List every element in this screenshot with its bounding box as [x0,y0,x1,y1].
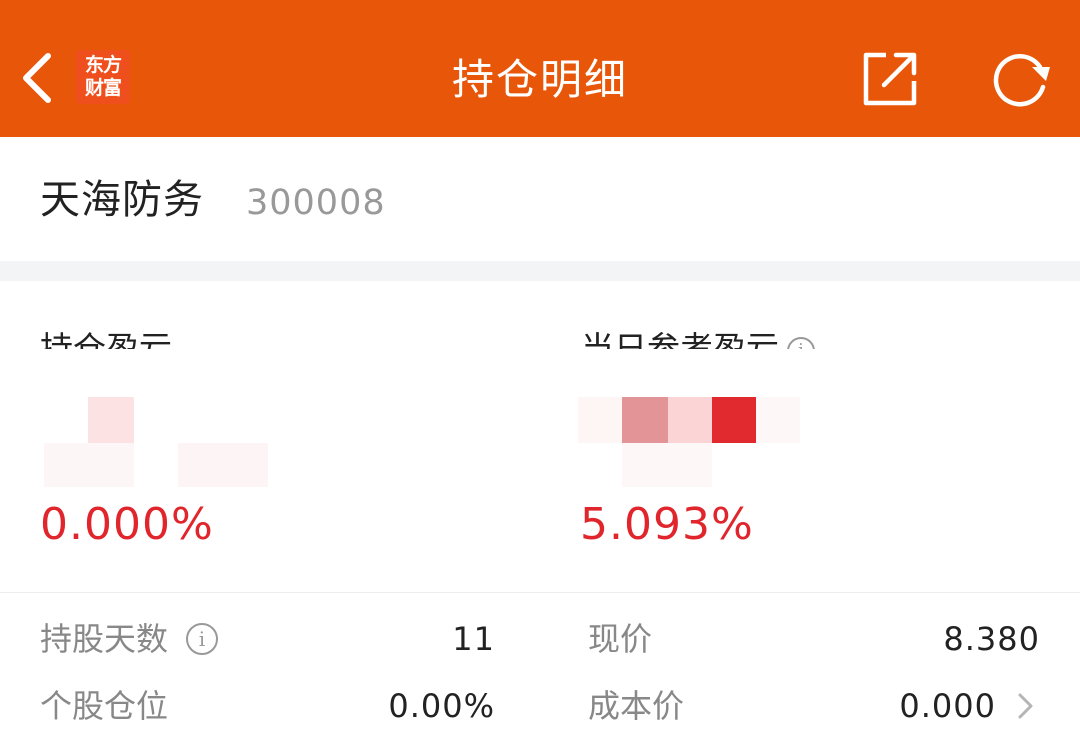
masked-amount [88,397,134,443]
current-price-value: 8.380 [943,620,1040,658]
label-clip [581,349,851,373]
holding-profit-label: 持仓盈亏 [40,327,210,373]
holding-days-row: 持股天数 i 11 [40,614,495,664]
current-price-label: 现价 [588,620,653,658]
position-ratio-label: 个股仓位 [40,687,169,725]
holding-days-value: 11 [452,620,495,658]
share-icon[interactable] [858,47,920,109]
masked-amount [578,397,622,443]
label-clip [40,349,210,373]
section-gap [0,261,1080,281]
divider [0,592,1080,593]
stock-code: 300008 [246,183,386,223]
info-icon[interactable]: i [186,623,218,655]
holding-days-label: 持股天数 [40,620,169,658]
masked-amount [178,443,268,487]
masked-amount [668,397,712,443]
pct-clip [0,548,1080,562]
masked-amount [622,443,712,487]
stock-name: 天海防务 [40,177,204,223]
cost-price-row[interactable]: 成本价 0.000 [588,681,996,731]
masked-amount [712,397,756,443]
top-bar: 东方 财富 持仓明细 [0,0,1080,137]
masked-amount [756,397,800,443]
chevron-right-icon[interactable] [1016,692,1036,720]
current-price-row: 现价 8.380 [588,614,1040,664]
position-ratio-value: 0.00% [388,687,495,725]
refresh-icon[interactable] [988,47,1056,111]
holding-profit-pct: 0.000% [40,499,214,550]
position-ratio-row: 个股仓位 0.00% [40,681,495,731]
masked-amount [622,397,668,443]
holding-profit-card[interactable]: 持仓盈亏 0.000% [0,281,540,592]
cost-price-value: 0.000 [899,687,996,725]
stock-header: 天海防务 300008 [0,137,1080,261]
daily-profit-label: 当日参考盈亏i [581,327,851,373]
daily-profit-card[interactable]: 当日参考盈亏i 5.093% [540,281,1080,592]
masked-amount [44,443,134,487]
daily-profit-pct: 5.093% [580,499,754,550]
cost-price-label: 成本价 [588,687,685,725]
